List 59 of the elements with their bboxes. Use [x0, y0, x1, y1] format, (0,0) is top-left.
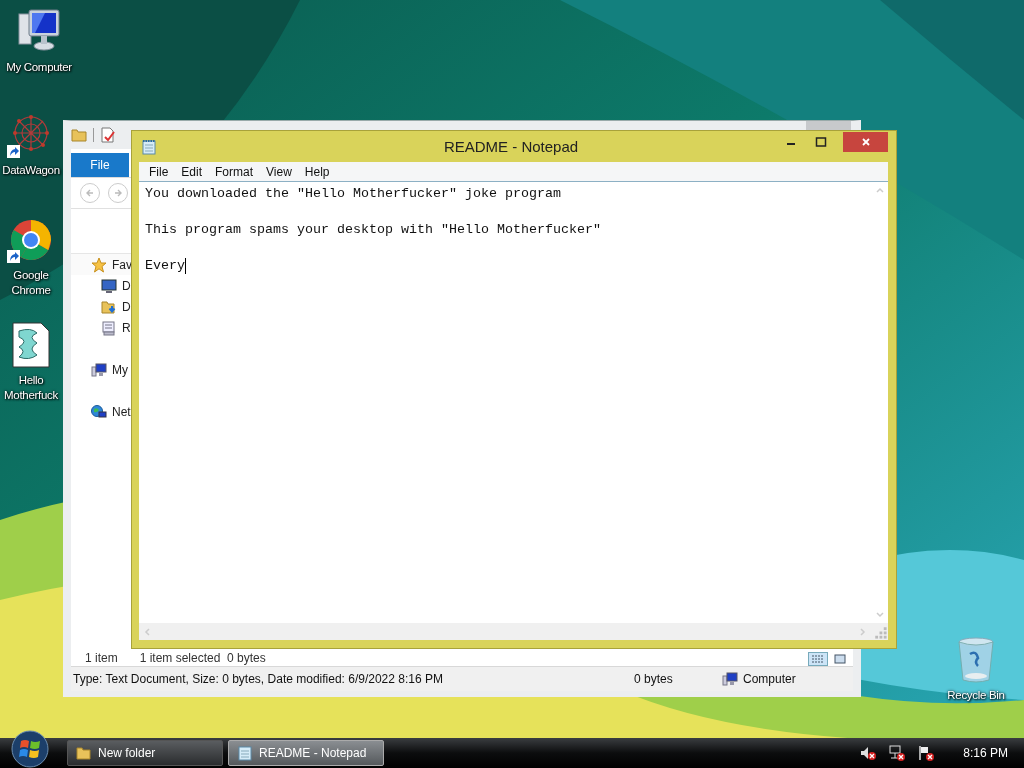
window-title: README - Notepad [442, 138, 580, 155]
document-text[interactable]: You downloaded the "Hello Motherfucker" joke program This program spams your desktop with "Hello Motherfucker" Every [145, 185, 601, 275]
flag-icon[interactable] [918, 745, 935, 761]
large-icons-view-icon[interactable] [831, 653, 849, 665]
desktop-icon-label[interactable]: DataWagon [2, 163, 60, 178]
desktop-icon-label[interactable]: Google Chrome [0, 268, 62, 298]
scroll-left-icon[interactable] [142, 626, 152, 637]
folder-icon [71, 127, 87, 143]
notepad-icon [237, 745, 253, 761]
menu-item[interactable]: Help [298, 162, 337, 181]
nav-pane-item[interactable]: D [122, 299, 131, 314]
taskbar-button[interactable]: New folder [67, 740, 223, 766]
monitor-icon [101, 277, 117, 294]
notepad-icon [141, 138, 157, 155]
folder-icon [76, 745, 92, 761]
horizontal-scrollbar[interactable] [139, 623, 871, 640]
forward-arrow-icon [112, 187, 124, 199]
download-folder-icon [101, 298, 117, 315]
desktop-icon-label[interactable]: My Computer [6, 60, 72, 75]
close-icon [859, 136, 872, 148]
maximize-icon [815, 136, 827, 148]
muted-speaker-icon[interactable] [860, 745, 877, 761]
text-cursor [185, 258, 186, 274]
computer-icon [91, 361, 107, 378]
back-button[interactable] [80, 183, 100, 203]
recent-places-icon [101, 319, 117, 336]
start-button[interactable] [10, 729, 50, 768]
nav-pane-item[interactable]: D [122, 278, 131, 293]
nav-pane-item[interactable]: R [122, 320, 131, 335]
menu-item[interactable]: Format [209, 162, 261, 181]
network-globe-icon [91, 403, 107, 420]
scroll-up-icon[interactable] [874, 185, 885, 195]
taskbar-button[interactable]: README - Notepad [228, 740, 384, 766]
selection-status: 1 item selected 0 bytes [139, 651, 266, 665]
forward-button[interactable] [108, 183, 128, 203]
scroll-right-icon[interactable] [858, 626, 868, 637]
scroll-down-icon[interactable] [874, 610, 885, 620]
details-view-icon[interactable] [809, 653, 827, 665]
menu-item[interactable]: View [260, 162, 299, 181]
resize-grip-icon[interactable] [871, 623, 888, 640]
nav-pane-item[interactable]: My [112, 362, 128, 377]
menu-item[interactable]: Edit [175, 162, 210, 181]
star-icon [91, 256, 107, 273]
clock[interactable]: 8:16 PM [963, 746, 1008, 760]
close-button[interactable] [843, 132, 888, 152]
network-icon[interactable] [889, 745, 906, 761]
nav-pane-item[interactable]: Net [112, 404, 131, 419]
computer-icon [722, 671, 738, 687]
document-check-icon [100, 127, 116, 143]
ribbon-tab[interactable]: File [71, 153, 129, 177]
item-count: 1 item [85, 651, 118, 665]
recycle-bin-icon [956, 636, 996, 684]
desktop-icon-label[interactable]: Hello Motherfuck [0, 373, 62, 403]
file-details: Type: Text Document, Size: 0 bytes, Date modified: 6/9/2022 8:16 PM [73, 672, 443, 686]
location-label: Computer [743, 672, 797, 686]
back-arrow-icon [84, 187, 96, 199]
minimize-icon [787, 143, 795, 145]
menu-item[interactable]: File [143, 162, 176, 181]
file-size: 0 bytes [634, 672, 674, 686]
